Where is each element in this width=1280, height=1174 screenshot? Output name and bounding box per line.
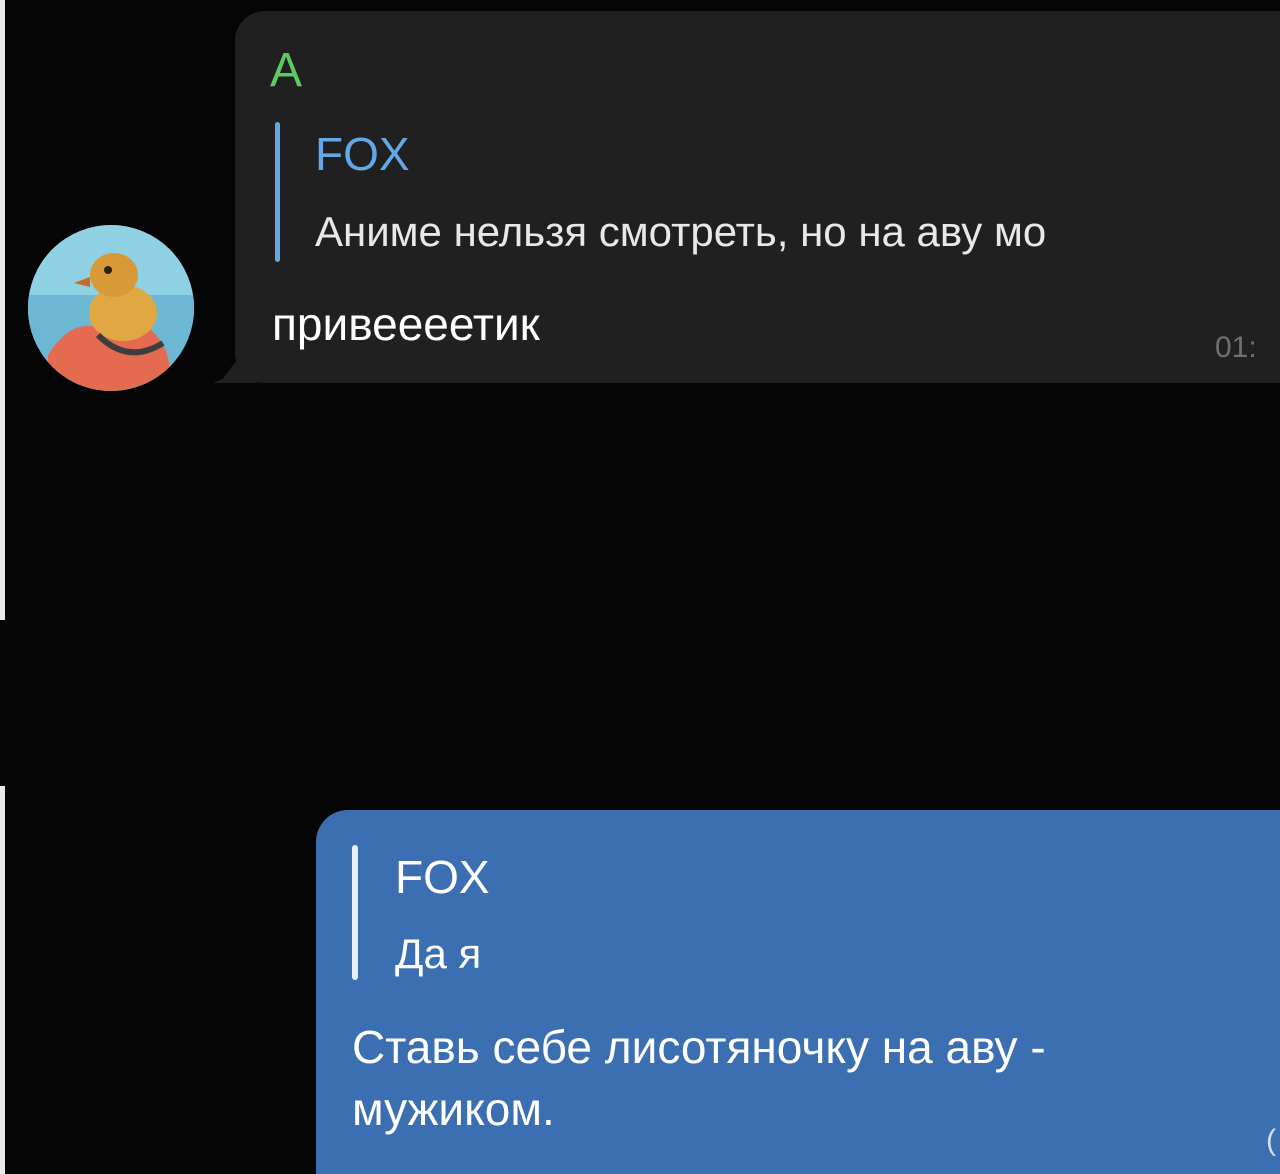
message-text-outgoing: Ставь себе лисотяночку на аву - мужиком.: [352, 1021, 1046, 1135]
reply-author-name-outgoing[interactable]: FOX: [395, 850, 490, 904]
reply-quote-bar-outgoing: [352, 845, 358, 980]
chat-screen: A FOX Аниме нельзя смотреть, но на аву м…: [0, 0, 1280, 1174]
reply-preview-text-outgoing[interactable]: Да я: [395, 928, 481, 980]
left-edge-divider-lower: [0, 786, 5, 1174]
sender-avatar[interactable]: [28, 225, 194, 391]
duck-avatar-icon: [28, 225, 194, 391]
message-text: привеееетик: [272, 298, 540, 350]
reply-preview-text[interactable]: Аниме нельзя смотреть, но на аву мо: [315, 206, 1046, 258]
message-sender-name[interactable]: A: [270, 43, 302, 99]
reply-quote-bar: [275, 122, 280, 262]
message-timestamp-outgoing: (: [1266, 1124, 1276, 1157]
message-timestamp: 01:: [1215, 331, 1257, 364]
reply-author-name[interactable]: FOX: [315, 127, 410, 181]
left-edge-divider: [0, 0, 5, 620]
